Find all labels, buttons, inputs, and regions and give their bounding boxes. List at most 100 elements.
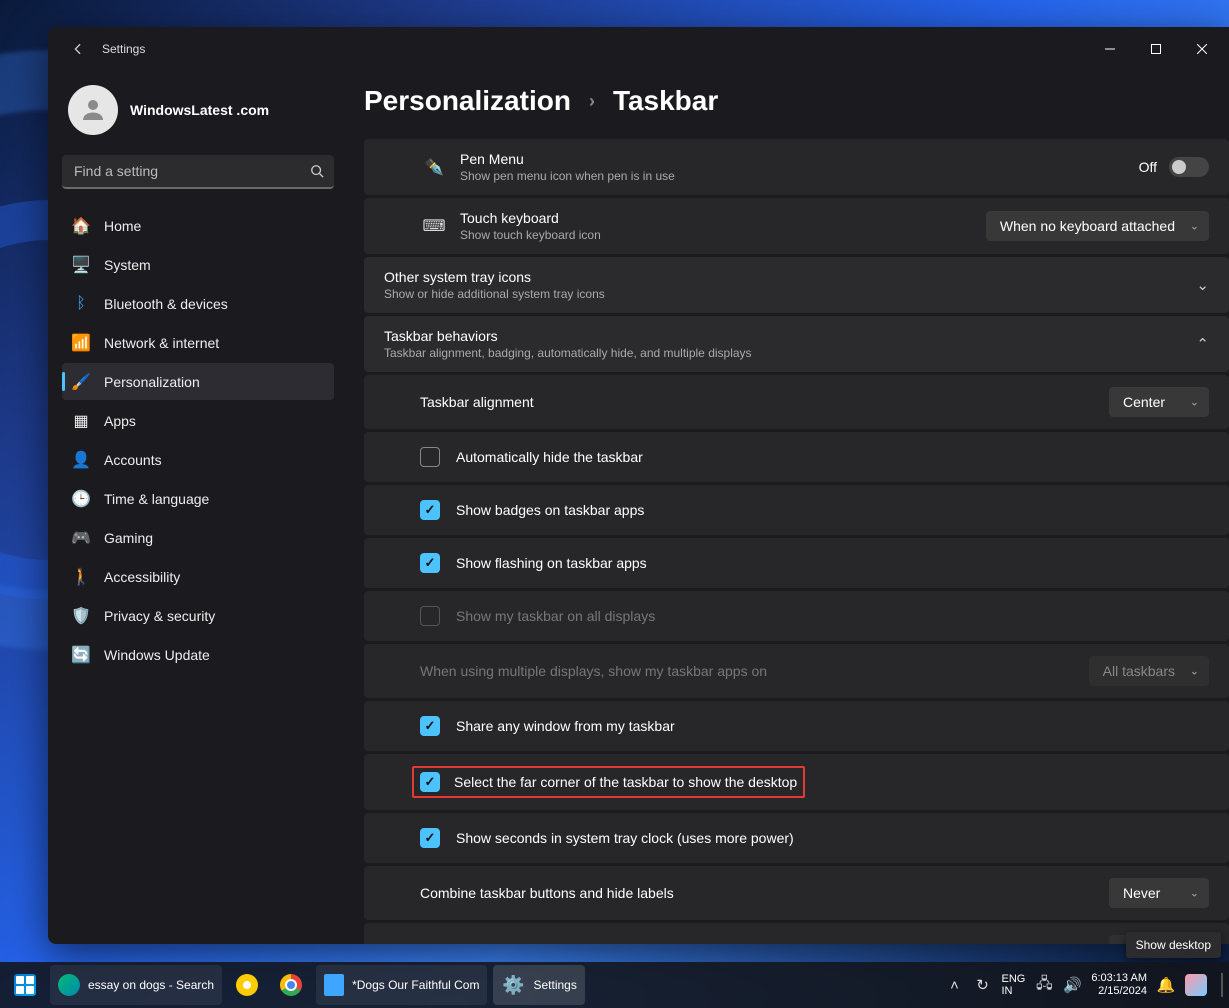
row-label: Share any window from my taskbar	[456, 718, 675, 734]
row-touch-keyboard[interactable]: ⌨ Touch keyboard Show touch keyboard ico…	[364, 198, 1229, 254]
taskbar-item-search[interactable]: essay on dogs - Search	[50, 965, 222, 1005]
row-pen-menu[interactable]: ✒️ Pen Menu Show pen menu icon when pen …	[364, 139, 1229, 195]
start-button[interactable]	[6, 965, 44, 1005]
nav-accounts[interactable]: 👤Accounts	[62, 441, 334, 478]
nav-gaming[interactable]: 🎮Gaming	[62, 519, 334, 556]
notifications-icon[interactable]: 🔔	[1157, 976, 1175, 994]
show-desktop-edge[interactable]	[1221, 973, 1223, 997]
nav-label: Apps	[104, 413, 136, 429]
row-auto-hide[interactable]: Automatically hide the taskbar	[364, 432, 1229, 482]
nav-label: System	[104, 257, 151, 273]
row-taskbar-behaviors[interactable]: Taskbar behaviors Taskbar alignment, bad…	[364, 316, 1229, 372]
nav-label: Home	[104, 218, 141, 234]
row-far-corner[interactable]: Select the far corner of the taskbar to …	[364, 754, 1229, 810]
brush-icon: 🖌️	[72, 373, 90, 391]
nav-update[interactable]: 🔄 Windows Update	[62, 636, 334, 673]
dropdown-alignment[interactable]: Center ⌄	[1109, 387, 1209, 417]
row-label: Show badges on taskbar apps	[456, 502, 644, 518]
dropdown-touch-keyboard[interactable]: When no keyboard attached ⌄	[986, 211, 1209, 241]
nav-label: Bluetooth & devices	[104, 296, 228, 312]
clock-date: 2/15/2024	[1091, 985, 1147, 998]
taskbar-label: *Dogs Our Faithful Com	[352, 978, 479, 992]
checkbox-badges[interactable]	[420, 500, 440, 520]
nav-network[interactable]: 📶Network & internet	[62, 324, 334, 361]
checkbox-seconds[interactable]	[420, 828, 440, 848]
nav-home[interactable]: 🏠Home	[62, 207, 334, 244]
sync-icon[interactable]: ↻	[974, 976, 992, 994]
checkbox-flashing[interactable]	[420, 553, 440, 573]
taskbar-item-chrome-canary[interactable]	[228, 965, 266, 1005]
nav-label: Windows Update	[104, 647, 210, 663]
taskbar-item-notepad[interactable]: *Dogs Our Faithful Com	[316, 965, 487, 1005]
chevron-down-icon: ⌄	[1190, 396, 1199, 409]
back-button[interactable]	[66, 37, 90, 61]
breadcrumb: Personalization › Taskbar	[364, 71, 1229, 139]
profile[interactable]: WindowsLatest .com	[62, 71, 334, 155]
row-combine-other: Combine taskbar buttons and hide labels …	[364, 923, 1229, 944]
row-desc: Show pen menu icon when pen is in use	[460, 169, 675, 183]
chevron-right-icon: ›	[589, 91, 595, 112]
nav-bluetooth[interactable]: ᛒBluetooth & devices	[62, 285, 334, 322]
nav: 🏠Home 🖥️System ᛒBluetooth & devices 📶Net…	[62, 207, 334, 673]
taskbar-label: essay on dogs - Search	[88, 978, 214, 992]
checkbox-far-corner[interactable]	[420, 772, 440, 792]
avatar	[68, 85, 118, 135]
breadcrumb-current: Taskbar	[613, 85, 718, 117]
search-input[interactable]	[62, 155, 334, 189]
taskbar-label: Settings	[533, 978, 576, 992]
content: ✒️ Pen Menu Show pen menu icon when pen …	[364, 139, 1229, 944]
lang-line1: ENG	[1002, 973, 1026, 985]
chevron-up-icon: ⌃	[1196, 335, 1209, 353]
taskbar-item-chrome[interactable]	[272, 965, 310, 1005]
copilot-icon[interactable]	[1185, 974, 1207, 996]
chevron-down-icon: ⌄	[1196, 276, 1209, 294]
clock-time: 6:03:13 AM	[1091, 972, 1147, 985]
edge-icon	[58, 974, 80, 996]
nav-label: Personalization	[104, 374, 200, 390]
gear-icon: ⚙️	[501, 973, 525, 997]
row-share-window[interactable]: Share any window from my taskbar	[364, 701, 1229, 751]
row-label: When using multiple displays, show my ta…	[420, 663, 767, 679]
volume-icon[interactable]: 🔊	[1063, 976, 1081, 994]
row-seconds[interactable]: Show seconds in system tray clock (uses …	[364, 813, 1229, 863]
checkbox-all-displays	[420, 606, 440, 626]
taskbar-item-settings[interactable]: ⚙️ Settings	[493, 965, 584, 1005]
row-title: Other system tray icons	[384, 269, 605, 285]
toggle-pen-menu[interactable]: Off	[1139, 157, 1209, 177]
clock-icon: 🕒	[72, 490, 90, 508]
dropdown-combine[interactable]: Never ⌄	[1109, 878, 1209, 908]
close-button[interactable]	[1179, 33, 1225, 65]
nav-apps[interactable]: ▦ Apps	[62, 402, 334, 439]
checkbox-share-window[interactable]	[420, 716, 440, 736]
apps-icon: ▦	[72, 412, 90, 430]
row-other-tray[interactable]: Other system tray icons Show or hide add…	[364, 257, 1229, 313]
nav-time[interactable]: 🕒 Time & language	[62, 480, 334, 517]
row-flashing[interactable]: Show flashing on taskbar apps	[364, 538, 1229, 588]
minimize-button[interactable]	[1087, 33, 1133, 65]
row-label: Combine taskbar buttons and hide labels …	[420, 942, 786, 944]
chrome-canary-icon	[236, 974, 258, 996]
nav-privacy[interactable]: 🛡️Privacy & security	[62, 597, 334, 634]
nav-system[interactable]: 🖥️System	[62, 246, 334, 283]
row-badges[interactable]: Show badges on taskbar apps	[364, 485, 1229, 535]
maximize-button[interactable]	[1133, 33, 1179, 65]
row-title: Touch keyboard	[460, 210, 601, 226]
nav-label: Gaming	[104, 530, 153, 546]
toggle-label: Off	[1139, 159, 1157, 175]
wifi-icon: 📶	[72, 334, 90, 352]
chevron-up-icon[interactable]: ˄	[946, 976, 964, 994]
row-label: Select the far corner of the taskbar to …	[454, 774, 797, 790]
nav-accessibility[interactable]: 🚶Accessibility	[62, 558, 334, 595]
nav-personalization[interactable]: 🖌️ Personalization	[62, 363, 334, 400]
tooltip-show-desktop: Show desktop	[1126, 932, 1221, 958]
row-label: Automatically hide the taskbar	[456, 449, 643, 465]
network-icon[interactable]: 🖧	[1035, 976, 1053, 994]
checkbox-auto-hide[interactable]	[420, 447, 440, 467]
row-title: Pen Menu	[460, 151, 675, 167]
nav-label: Time & language	[104, 491, 209, 507]
clock[interactable]: 6:03:13 AM 2/15/2024	[1091, 972, 1147, 998]
row-label: Show seconds in system tray clock (uses …	[456, 830, 794, 846]
breadcrumb-parent[interactable]: Personalization	[364, 85, 571, 117]
language-indicator[interactable]: ENG IN	[1002, 973, 1026, 997]
update-icon: 🔄	[72, 646, 90, 664]
